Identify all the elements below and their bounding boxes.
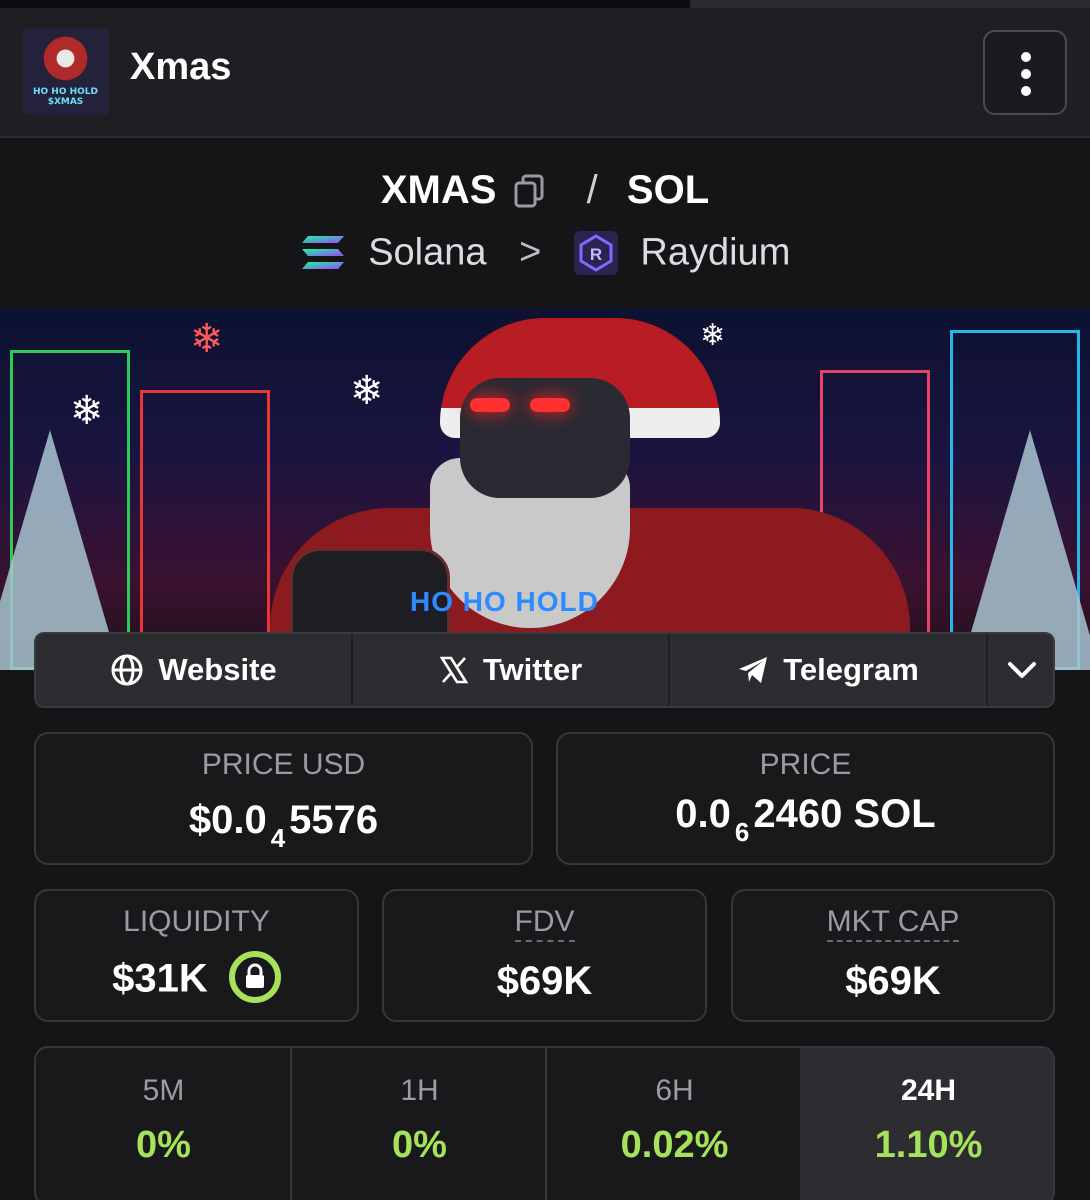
- timeframe-change: 0%: [392, 1124, 447, 1166]
- raydium-icon: R: [573, 230, 618, 275]
- breadcrumb-chevron-icon: >: [519, 231, 542, 274]
- more-options-button[interactable]: [983, 30, 1067, 115]
- banner-santa-eye: [470, 398, 510, 412]
- page-load-progress-fill: [0, 0, 690, 8]
- liquidity-value: $31K: [112, 956, 208, 1001]
- token-avatar: HO HO HOLD $XMAS: [22, 28, 109, 115]
- price-usd-zero-count: 4: [270, 823, 286, 853]
- liquidity-lock-icon[interactable]: [228, 951, 281, 1003]
- snowflake-icon: ❄: [350, 368, 384, 414]
- snowflake-icon: ❄: [700, 318, 726, 353]
- pair-title: XMAS / SOL: [0, 166, 1090, 213]
- price-native-prefix: 0.0: [675, 792, 731, 836]
- fdv-card[interactable]: FDV $69K: [382, 889, 707, 1022]
- mkt-cap-card[interactable]: MKT CAP $69K: [731, 889, 1055, 1022]
- solana-icon: [300, 234, 346, 272]
- quote-token-symbol: SOL: [626, 167, 710, 212]
- liquidity-label: LIQUIDITY: [123, 905, 270, 938]
- telegram-button[interactable]: Telegram: [670, 634, 986, 706]
- chain-dex-breadcrumb: Solana > R Raydium: [0, 230, 1090, 275]
- fdv-label: FDV: [384, 905, 705, 942]
- chain-link[interactable]: Solana: [368, 231, 486, 273]
- timeframe-6h[interactable]: 6H 0.02%: [547, 1048, 802, 1200]
- mkt-cap-label-text: MKT CAP: [826, 905, 960, 942]
- fdv-label-text: FDV: [514, 905, 575, 942]
- token-banner-image: ❄ ❄ ❄ ❄ HO HO HOLD: [0, 308, 1090, 670]
- price-native-card: PRICE 0.0 6 2460 SOL: [556, 732, 1055, 865]
- timeframe-change: 1.10%: [874, 1124, 983, 1166]
- pair-header: XMAS / SOL Solana > R Raydium: [0, 140, 1090, 308]
- snowflake-icon: ❄: [70, 388, 104, 434]
- social-links-bar: Website Twitter Telegram: [34, 632, 1055, 708]
- x-logo-icon: [439, 655, 469, 685]
- avatar-caption: HO HO HOLD $XMAS: [32, 87, 99, 107]
- liquidity-card: LIQUIDITY $31K: [34, 889, 359, 1022]
- website-label: Website: [158, 652, 277, 687]
- price-usd-card: PRICE USD $0.0 4 5576: [34, 732, 533, 865]
- timeframe-change: 0%: [136, 1124, 191, 1166]
- copy-icon[interactable]: [514, 173, 544, 208]
- twitter-label: Twitter: [482, 652, 583, 687]
- pair-separator: /: [586, 167, 598, 212]
- timeframe-change: 0.02%: [620, 1124, 729, 1166]
- price-usd-label: PRICE USD: [201, 748, 366, 781]
- price-native-zero-count: 6: [734, 817, 750, 847]
- top-app-bar: HO HO HOLD $XMAS Xmas: [0, 8, 1090, 138]
- svg-text:R: R: [590, 245, 602, 264]
- mkt-cap-label: MKT CAP: [733, 905, 1053, 942]
- price-usd-prefix: $0.0: [188, 798, 267, 842]
- price-usd-digits: 5576: [289, 798, 379, 842]
- mkt-cap-value: $69K: [845, 959, 941, 1003]
- token-name-title: Xmas: [130, 46, 232, 88]
- telegram-label: Telegram: [783, 652, 919, 687]
- page-load-progress-track: [0, 0, 1090, 8]
- telegram-icon: [737, 655, 769, 685]
- kebab-dot: [1021, 69, 1031, 79]
- banner-caption: HO HO HOLD: [410, 586, 599, 617]
- dex-link[interactable]: Raydium: [640, 231, 790, 273]
- timeframe-label: 1H: [400, 1074, 439, 1107]
- website-button[interactable]: Website: [36, 634, 351, 706]
- base-token-symbol: XMAS: [380, 167, 497, 212]
- price-native-value: 0.0 6 2460 SOL: [558, 792, 1053, 847]
- price-native-label: PRICE: [759, 748, 852, 781]
- banner-santa-eye: [530, 398, 570, 412]
- banner-tower: [140, 390, 270, 670]
- timeframe-5m[interactable]: 5M 0%: [36, 1048, 291, 1200]
- price-usd-value: $0.0 4 5576: [36, 798, 531, 853]
- timeframe-label: 5M: [142, 1074, 185, 1107]
- banner-santa-face: [460, 378, 630, 498]
- more-links-button[interactable]: [988, 634, 1053, 706]
- snowflake-icon: ❄: [190, 316, 224, 362]
- timeframe-24h[interactable]: 24H 1.10%: [800, 1048, 1053, 1200]
- kebab-menu-icon: [1021, 52, 1031, 62]
- liquidity-value-row: $31K: [36, 951, 357, 1007]
- kebab-dot: [1021, 86, 1031, 96]
- fdv-value: $69K: [496, 959, 593, 1003]
- timeframe-label: 6H: [655, 1074, 694, 1107]
- chevron-down-icon: [1007, 660, 1037, 680]
- globe-icon: [110, 653, 144, 687]
- price-native-digits: 2460 SOL: [753, 792, 936, 836]
- twitter-button[interactable]: Twitter: [353, 634, 668, 706]
- price-change-timeframes: 5M 0% 1H 0% 6H 0.02% 24H 1.10%: [34, 1046, 1055, 1200]
- timeframe-1h[interactable]: 1H 0%: [292, 1048, 547, 1200]
- timeframe-label: 24H: [900, 1074, 957, 1107]
